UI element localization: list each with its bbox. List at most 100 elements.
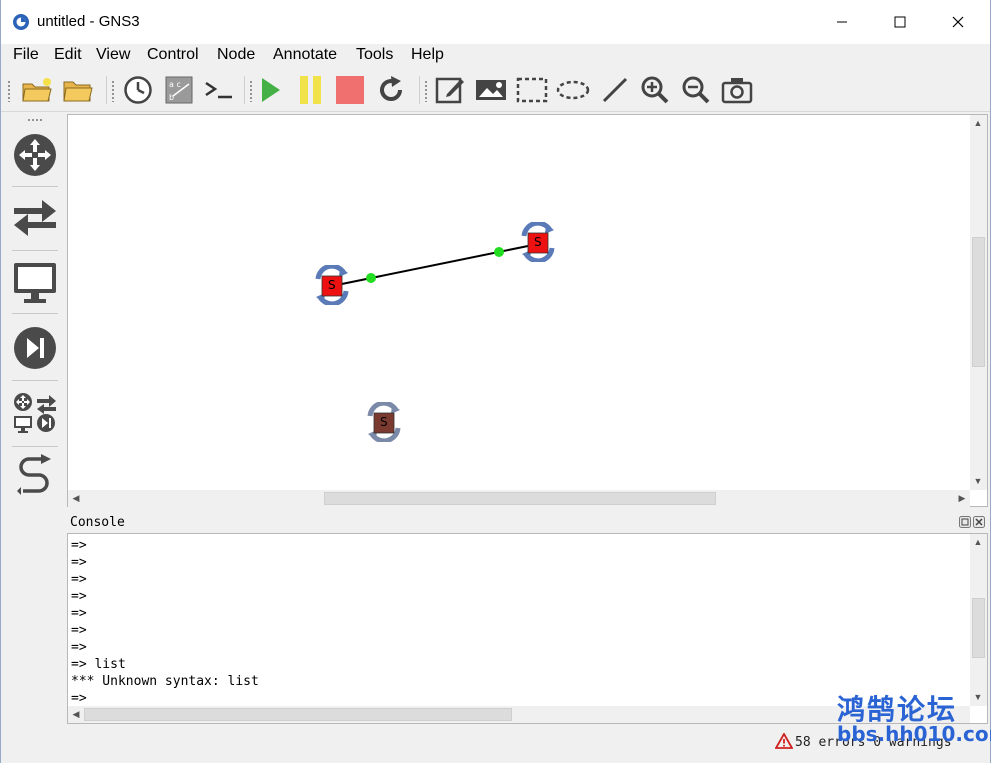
- switches-icon: [14, 200, 56, 236]
- menu-tools[interactable]: Tools: [356, 46, 393, 64]
- gns3-logo-icon: [13, 14, 29, 30]
- console-line: =>: [71, 691, 87, 706]
- console-all-icon: [205, 81, 232, 99]
- new-project-icon: [22, 78, 52, 102]
- screenshot-button[interactable]: [719, 72, 755, 108]
- reload-all-icon: [380, 76, 402, 101]
- browse-all-devices-button[interactable]: [6, 384, 64, 442]
- scroll-thumb[interactable]: [972, 598, 985, 658]
- dock-separator: [12, 250, 58, 251]
- open-project-icon: [63, 81, 93, 102]
- scroll-left-arrow-icon[interactable]: ◀: [68, 706, 84, 722]
- topology-canvas[interactable]: S S S ▲ ▼ ◀ ▶: [67, 114, 988, 507]
- scroll-thumb[interactable]: [84, 708, 512, 721]
- show-interface-labels-button[interactable]: a c b: [161, 72, 197, 108]
- scroll-up-arrow-icon[interactable]: ▲: [970, 534, 986, 550]
- zoom-in-icon: [641, 76, 669, 104]
- console-vertical-scrollbar[interactable]: ▲ ▼: [970, 534, 987, 706]
- menu-bar: File Edit View Control Node Annotate Too…: [1, 44, 990, 66]
- stop-all-button[interactable]: [332, 72, 368, 108]
- browse-switches-button[interactable]: [6, 189, 64, 247]
- draw-ellipse-button[interactable]: [555, 72, 591, 108]
- show-interface-labels-icon: a c b: [165, 76, 193, 104]
- dock-separator: [12, 313, 58, 314]
- console-line: =>: [71, 640, 87, 655]
- snapshot-button[interactable]: [120, 72, 156, 108]
- browse-security-devices-button[interactable]: [6, 319, 64, 377]
- menu-control[interactable]: Control: [147, 46, 199, 64]
- add-link-button[interactable]: [6, 448, 64, 506]
- start-all-icon: [262, 78, 280, 102]
- maximize-icon: [894, 16, 906, 28]
- scroll-right-arrow-icon[interactable]: ▶: [954, 490, 970, 506]
- start-all-button[interactable]: [252, 72, 288, 108]
- switch-node[interactable]: S: [518, 220, 558, 264]
- switch-node[interactable]: S: [364, 400, 404, 444]
- main-toolbar: a c b: [1, 68, 990, 112]
- draw-rectangle-button[interactable]: [514, 72, 550, 108]
- menu-node[interactable]: Node: [217, 46, 255, 64]
- add-note-button[interactable]: [432, 72, 468, 108]
- suspend-all-button[interactable]: [292, 72, 328, 108]
- menu-annotate[interactable]: Annotate: [273, 46, 337, 64]
- switch-node[interactable]: S: [312, 263, 352, 307]
- screenshot-icon: [721, 78, 753, 104]
- scroll-down-arrow-icon[interactable]: ▼: [970, 473, 986, 489]
- close-icon: [952, 16, 964, 28]
- open-project-button[interactable]: [60, 72, 96, 108]
- draw-rectangle-icon: [516, 77, 548, 103]
- scroll-up-arrow-icon[interactable]: ▲: [970, 115, 986, 131]
- console-dock-title: Console: [70, 515, 125, 530]
- console-line: =>: [71, 606, 87, 621]
- scroll-down-arrow-icon[interactable]: ▼: [970, 689, 986, 705]
- canvas-horizontal-scrollbar[interactable]: ◀ ▶: [68, 490, 970, 507]
- dock-separator: [12, 186, 58, 187]
- toolbar-separator: [244, 76, 245, 104]
- warning-icon[interactable]: [775, 733, 793, 749]
- reload-all-button[interactable]: [373, 72, 409, 108]
- switch-node-label: S: [380, 415, 388, 429]
- menu-view[interactable]: View: [96, 46, 130, 64]
- stop-all-icon: [336, 76, 364, 104]
- menu-edit[interactable]: Edit: [54, 46, 82, 64]
- browse-routers-button[interactable]: [6, 126, 64, 184]
- zoom-out-button[interactable]: [678, 72, 714, 108]
- console-line: =>: [71, 555, 87, 570]
- routers-icon: [14, 134, 56, 176]
- close-dock-icon[interactable]: [973, 516, 985, 528]
- scroll-thumb[interactable]: [972, 237, 985, 367]
- link-layer: [331, 245, 529, 287]
- console-horizontal-scrollbar[interactable]: ◀: [68, 706, 970, 723]
- add-link-icon: [17, 454, 51, 495]
- svg-text:b: b: [169, 93, 174, 102]
- minimize-icon: [837, 21, 847, 23]
- console-output[interactable]: => => => => => => => => list *** Unknown syntax:…: [71, 537, 259, 707]
- browse-end-devices-button[interactable]: [6, 254, 64, 312]
- insert-picture-icon: [476, 80, 506, 100]
- menu-help[interactable]: Help: [411, 46, 444, 64]
- console-dock-buttons: [959, 516, 987, 528]
- console-line: *** Unknown syntax: list: [71, 674, 259, 689]
- console-all-button[interactable]: [201, 72, 237, 108]
- title-bar: untitled - GNS3: [1, 0, 990, 44]
- float-dock-icon[interactable]: [959, 516, 971, 528]
- toolbar-grip: [111, 80, 115, 102]
- suspend-all-icon: [300, 76, 321, 104]
- menu-file[interactable]: File: [13, 46, 39, 64]
- scroll-thumb[interactable]: [324, 492, 716, 505]
- minimize-button[interactable]: [813, 0, 871, 44]
- new-project-button[interactable]: [19, 72, 55, 108]
- snapshot-clock-icon: [124, 76, 152, 104]
- scroll-left-arrow-icon[interactable]: ◀: [68, 490, 84, 506]
- zoom-in-button[interactable]: [637, 72, 673, 108]
- console-line: =>: [71, 623, 87, 638]
- draw-line-button[interactable]: [597, 72, 633, 108]
- close-button[interactable]: [929, 0, 987, 44]
- switch-node-label: S: [328, 278, 336, 292]
- maximize-button[interactable]: [871, 0, 929, 44]
- gns3-window: untitled - GNS3 File Edit View Control N…: [0, 0, 991, 763]
- draw-ellipse-icon: [556, 80, 590, 100]
- canvas-vertical-scrollbar[interactable]: ▲ ▼: [970, 115, 987, 490]
- insert-picture-button[interactable]: [473, 72, 509, 108]
- toolbar-separator: [106, 76, 107, 104]
